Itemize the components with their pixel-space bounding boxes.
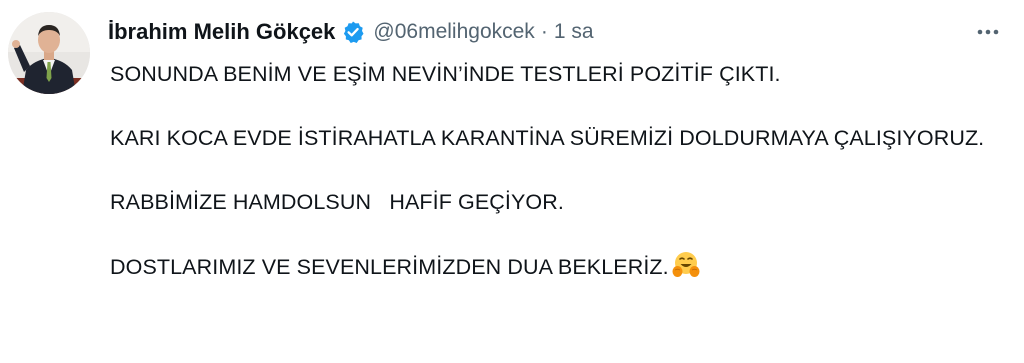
hugging-face-emoji (671, 250, 701, 280)
more-options-icon[interactable] (972, 18, 1004, 46)
tweet[interactable]: İbrahim Melih Gökçek @06melihgokcek · 1 … (0, 0, 1024, 363)
author-display-name[interactable]: İbrahim Melih Gökçek (108, 19, 335, 45)
separator-dot: · (540, 20, 548, 43)
author-handle[interactable]: @06melihgokcek (373, 20, 534, 44)
tweet-paragraph: KARI KOCA EVDE İSTİRAHATLA KARANTİNA SÜR… (110, 126, 985, 150)
tweet-timestamp[interactable]: 1 sa (554, 20, 594, 44)
tweet-paragraph: SONUNDA BENİM VE EŞİM NEVİN’İNDE TESTLER… (110, 62, 781, 86)
tweet-header: İbrahim Melih Gökçek @06melihgokcek · 1 … (108, 15, 594, 49)
tweet-paragraph: RABBİMİZE HAMDOLSUN HAFİF GEÇİYOR. (110, 190, 564, 214)
tweet-paragraph: DOSTLARIMIZ VE SEVENLERİMİZDEN DUA BEKLE… (110, 255, 669, 279)
verified-badge-icon (341, 20, 365, 44)
tweet-text: SONUNDA BENİM VE EŞİM NEVİN’İNDE TESTLER… (110, 58, 1000, 283)
avatar-photo (8, 12, 90, 94)
avatar[interactable] (8, 12, 90, 94)
tweet-paragraph-last: DOSTLARIMIZ VE SEVENLERİMİZDEN DUA BEKLE… (110, 250, 1000, 283)
